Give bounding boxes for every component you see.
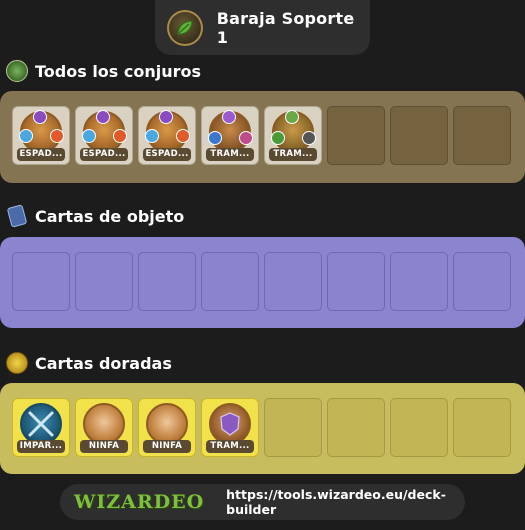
card-name: NINFA <box>143 440 191 453</box>
fire-school-icon <box>50 129 64 143</box>
empty-card-slot[interactable] <box>75 252 133 311</box>
spell-card[interactable]: ESPAD... <box>75 106 133 165</box>
life-school-icon <box>285 110 299 124</box>
items-panel <box>0 237 525 328</box>
card-name: ESPAD... <box>80 148 128 161</box>
card-art <box>20 403 62 445</box>
empty-card-slot[interactable] <box>201 252 259 311</box>
empty-card-slot[interactable] <box>390 398 448 457</box>
card-art <box>146 403 188 445</box>
fire-school-icon <box>113 129 127 143</box>
card-name: IMPAR... <box>17 440 65 453</box>
spell-card[interactable]: TRAM... <box>201 106 259 165</box>
empty-card-slot[interactable] <box>138 252 196 311</box>
empty-card-slot[interactable] <box>453 106 511 165</box>
shadow-school-icon <box>302 131 316 145</box>
deck-title: Baraja Soporte 1 <box>216 8 355 47</box>
card-name: TRAM... <box>206 440 254 453</box>
card-name: ESPAD... <box>143 148 191 161</box>
balance-school-icon <box>96 110 110 124</box>
empty-card-slot[interactable] <box>453 398 511 457</box>
myth-school-icon <box>222 110 236 124</box>
gold-card[interactable]: IMPAR... <box>12 398 70 457</box>
empty-card-slot[interactable] <box>12 252 70 311</box>
balance-school-icon <box>33 110 47 124</box>
balance-school-icon <box>159 110 173 124</box>
gold-card[interactable]: NINFA <box>138 398 196 457</box>
deck-header: Baraja Soporte 1 <box>155 0 370 55</box>
wizardeo-logo[interactable]: WIZARDEO <box>74 491 204 513</box>
spells-icon <box>6 60 28 82</box>
deck-builder-url[interactable]: https://tools.wizardeo.eu/deck-builder <box>226 487 465 517</box>
gold-coin-icon <box>6 352 28 374</box>
item-card-icon <box>6 204 28 228</box>
card-name: TRAM... <box>269 148 317 161</box>
spell-card[interactable]: TRAM... <box>264 106 322 165</box>
empty-card-slot[interactable] <box>327 252 385 311</box>
empty-card-slot[interactable] <box>327 106 385 165</box>
life-school-icon <box>271 131 285 145</box>
section-title-gold: Cartas doradas <box>6 352 172 374</box>
spells-panel: ESPAD... ESPAD... ESPAD... TRAM... TRAM.… <box>0 91 525 183</box>
storm-school-icon <box>208 131 222 145</box>
leaf-deck-icon <box>167 9 203 46</box>
section-title-items: Cartas de objeto <box>6 204 185 228</box>
spell-card[interactable]: ESPAD... <box>138 106 196 165</box>
gold-card[interactable]: NINFA <box>75 398 133 457</box>
empty-card-slot[interactable] <box>264 252 322 311</box>
footer-bar: WIZARDEO https://tools.wizardeo.eu/deck-… <box>60 484 465 520</box>
card-name: NINFA <box>80 440 128 453</box>
death-school-icon <box>239 131 253 145</box>
card-art <box>83 403 125 445</box>
section-label-items: Cartas de objeto <box>35 206 185 226</box>
card-art <box>209 403 251 445</box>
empty-card-slot[interactable] <box>264 398 322 457</box>
ice-school-icon <box>145 129 159 143</box>
ice-school-icon <box>19 129 33 143</box>
ice-school-icon <box>82 129 96 143</box>
spell-card[interactable]: ESPAD... <box>12 106 70 165</box>
card-name: ESPAD... <box>17 148 65 161</box>
gold-panel: IMPAR... NINFA NINFA TRAM... <box>0 383 525 474</box>
empty-card-slot[interactable] <box>390 252 448 311</box>
section-label-gold: Cartas doradas <box>35 353 172 373</box>
section-title-spells: Todos los conjuros <box>6 60 201 82</box>
empty-card-slot[interactable] <box>390 106 448 165</box>
gold-card[interactable]: TRAM... <box>201 398 259 457</box>
empty-card-slot[interactable] <box>453 252 511 311</box>
card-name: TRAM... <box>206 148 254 161</box>
empty-card-slot[interactable] <box>327 398 385 457</box>
section-label-spells: Todos los conjuros <box>35 61 202 81</box>
fire-school-icon <box>176 129 190 143</box>
